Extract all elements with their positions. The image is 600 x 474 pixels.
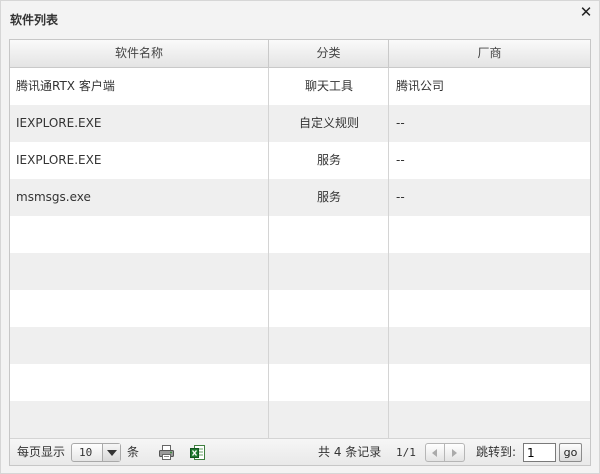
grid-header: 软件名称 分类 厂商 [10,40,590,68]
cell-vendor: 腾讯公司 [396,79,445,93]
dialog-titlebar: 软件列表 ✕ [1,1,599,37]
jump-label: 跳转到: [476,445,517,459]
cell-category: 服务 [316,153,341,167]
excel-export-icon[interactable] [189,444,206,461]
column-header-vendor[interactable]: 厂商 [389,40,590,67]
cell-category: 服务 [316,190,341,204]
prev-page-button[interactable] [425,443,445,462]
table-row[interactable]: IEXPLORE.EXE 自定义规则 -- [10,105,590,142]
cell-name: 腾讯通RTX 客户端 [16,79,115,93]
cell-vendor: -- [396,116,405,130]
empty-row [10,253,590,290]
per-page-label: 每页显示 [17,445,66,459]
table-row[interactable]: msmsgs.exe 服务 -- [10,179,590,216]
go-button[interactable]: go [559,443,582,462]
column-header-name[interactable]: 软件名称 [10,40,269,67]
empty-row [10,216,590,253]
empty-row [10,290,590,327]
cell-category: 自定义规则 [298,116,359,130]
chevron-down-icon[interactable] [102,444,120,461]
chevron-left-icon [432,449,437,457]
per-page-value: 10 [79,446,93,459]
empty-row [10,364,590,401]
grid-body: 腾讯通RTX 客户端 聊天工具 腾讯公司 IEXPLORE.EXE 自定义规则 … [10,68,590,438]
cell-name: IEXPLORE.EXE [16,153,102,167]
page-indicator: 1/1 [396,446,416,459]
column-divider [268,68,269,438]
column-divider [388,68,389,438]
cell-name: IEXPLORE.EXE [16,116,102,130]
close-icon[interactable]: ✕ [579,5,593,20]
cell-vendor: -- [396,190,405,204]
total-records: 共 4 条记录 [318,445,382,459]
empty-row [10,327,590,364]
column-header-category[interactable]: 分类 [269,40,389,67]
jump-page-input[interactable] [523,443,556,462]
next-page-button[interactable] [445,443,465,462]
cell-name: msmsgs.exe [16,190,91,204]
chevron-right-icon [452,449,457,457]
cell-category: 聊天工具 [304,79,353,93]
table-row[interactable]: 腾讯通RTX 客户端 聊天工具 腾讯公司 [10,68,590,105]
empty-row [10,401,590,438]
per-page-unit: 条 [127,445,140,459]
software-list-dialog: 软件列表 ✕ 软件名称 分类 厂商 腾讯通RTX 客户端 聊天工具 腾讯公司 I… [0,0,600,474]
table-row[interactable]: IEXPLORE.EXE 服务 -- [10,142,590,179]
print-icon[interactable] [158,444,175,461]
software-grid: 软件名称 分类 厂商 腾讯通RTX 客户端 聊天工具 腾讯公司 IEXPLORE… [9,39,591,466]
dialog-title: 软件列表 [10,13,59,27]
cell-vendor: -- [396,153,405,167]
pager-bar: 每页显示 10 条 共 4 条记录 1/1 跳转到: 1 go [10,438,590,465]
per-page-select[interactable]: 10 [71,443,121,462]
